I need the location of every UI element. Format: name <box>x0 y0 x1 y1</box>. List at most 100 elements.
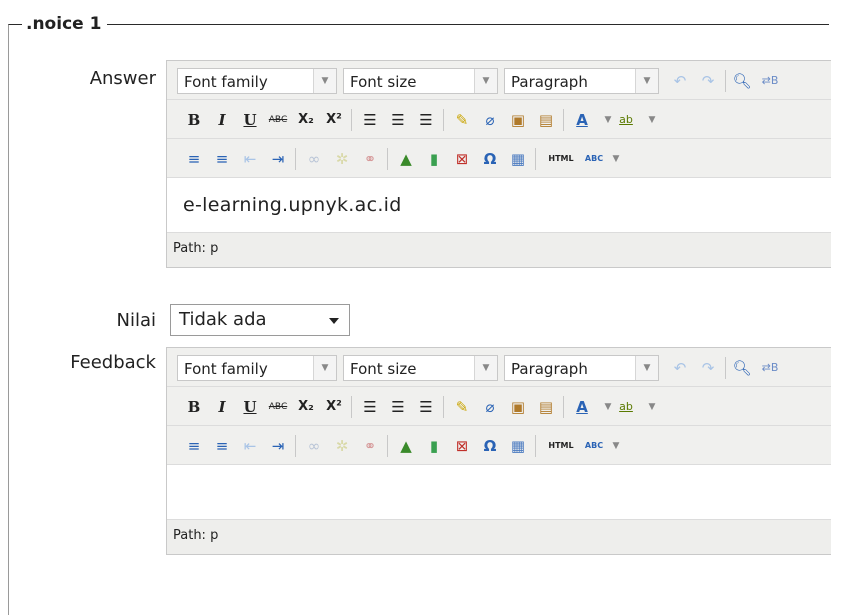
table-icon[interactable]: ▦ <box>505 146 531 172</box>
media-icon[interactable]: ▮ <box>421 433 447 459</box>
answer-editor: Font family ▼ Font size ▼ Paragraph ▼ ↶ ↷ 🔍… <box>166 60 831 268</box>
omega-icon[interactable]: Ω <box>477 433 503 459</box>
font-family-select[interactable]: Font family ▼ <box>177 68 337 94</box>
italic-icon[interactable]: I <box>209 394 235 420</box>
paste-text-icon[interactable]: ▣ <box>505 394 531 420</box>
redo-icon[interactable]: ↷ <box>695 68 721 94</box>
outdent-icon[interactable]: ⇤ <box>237 433 263 459</box>
chevron-down-icon[interactable]: ▼ <box>603 146 629 172</box>
align-right-icon[interactable]: ☰ <box>413 107 439 133</box>
chevron-down-icon: ▼ <box>635 69 658 93</box>
paste-text-icon[interactable]: ▣ <box>505 107 531 133</box>
superscript-icon[interactable]: X² <box>321 107 347 133</box>
chevron-down-icon[interactable]: ▼ <box>639 394 665 420</box>
indent-icon[interactable]: ⇥ <box>265 146 291 172</box>
cleanup-icon[interactable]: ✎ <box>449 394 475 420</box>
chevron-down-icon: ▼ <box>474 69 497 93</box>
toolbar-row-2: B I U ABC X₂ X² ☰ ☰ ☰ ✎ ⌀ ▣ ▤ A ▼ ab ▼ <box>167 100 831 139</box>
toolbar-row-1: Font family ▼ Font size ▼ Paragraph ▼ ↶ ↷ 🔍… <box>167 61 831 100</box>
underline-icon[interactable]: U <box>237 394 263 420</box>
paragraph-format-select[interactable]: Paragraph ▼ <box>504 68 659 94</box>
feedback-label: Feedback <box>70 352 156 373</box>
answer-text: e-learning.upnyk.ac.id <box>183 194 402 216</box>
media-icon[interactable]: ▮ <box>421 146 447 172</box>
html-icon[interactable]: HTML <box>543 433 579 459</box>
nilai-label: Nilai <box>116 310 157 331</box>
unlink-icon[interactable]: ✲ <box>329 433 355 459</box>
omega-icon[interactable]: Ω <box>477 146 503 172</box>
fieldset-legend: .noice 1 <box>22 14 108 34</box>
chevron-down-icon[interactable]: ▼ <box>639 107 665 133</box>
eraser-icon[interactable]: ⌀ <box>477 107 503 133</box>
align-center-icon[interactable]: ☰ <box>385 107 411 133</box>
nilai-value: Tidak ada <box>179 309 267 330</box>
toolbar-row-3: ≡ ≡ ⇤ ⇥ ∞ ✲ ⚭ ▲ ▮ ⊠ Ω ▦ HTML ABC ▼ <box>167 139 831 178</box>
align-right-icon[interactable]: ☰ <box>413 394 439 420</box>
redo-icon[interactable]: ↷ <box>695 355 721 381</box>
numbered-list-icon[interactable]: ≡ <box>209 433 235 459</box>
html-icon[interactable]: HTML <box>543 146 579 172</box>
indent-icon[interactable]: ⇥ <box>265 433 291 459</box>
subscript-icon[interactable]: X₂ <box>293 107 319 133</box>
font-family-select[interactable]: Font family ▼ <box>177 355 337 381</box>
anchor-icon[interactable]: ⚭ <box>357 433 383 459</box>
toolbar-row-3: ≡ ≡ ⇤ ⇥ ∞ ✲ ⚭ ▲ ▮ ⊠ Ω ▦ HTML ABC ▼ <box>167 426 831 465</box>
chevron-down-icon[interactable]: ▼ <box>603 433 629 459</box>
image-icon[interactable]: ▲ <box>393 433 419 459</box>
paragraph-format-select[interactable]: Paragraph ▼ <box>504 355 659 381</box>
font-size-select[interactable]: Font size ▼ <box>343 355 498 381</box>
background-color-icon[interactable]: ab <box>613 394 639 420</box>
nolink-icon[interactable]: ⊠ <box>449 146 475 172</box>
undo-icon[interactable]: ↶ <box>667 355 693 381</box>
replace-icon[interactable]: ⇄B <box>757 355 783 381</box>
paste-word-icon[interactable]: ▤ <box>533 394 559 420</box>
font-size-select[interactable]: Font size ▼ <box>343 68 498 94</box>
nolink-icon[interactable]: ⊠ <box>449 433 475 459</box>
toolbar-row-1: Font family ▼ Font size ▼ Paragraph ▼ ↶ ↷ 🔍… <box>167 348 831 387</box>
numbered-list-icon[interactable]: ≡ <box>209 146 235 172</box>
superscript-icon[interactable]: X² <box>321 394 347 420</box>
answer-content-area[interactable]: e-learning.upnyk.ac.id <box>167 178 831 233</box>
replace-icon[interactable]: ⇄B <box>757 68 783 94</box>
outdent-icon[interactable]: ⇤ <box>237 146 263 172</box>
chevron-down-icon: ▼ <box>313 356 336 380</box>
subscript-icon[interactable]: X₂ <box>293 394 319 420</box>
search-icon[interactable]: 🔍︎ <box>729 68 755 94</box>
undo-icon[interactable]: ↶ <box>667 68 693 94</box>
underline-icon[interactable]: U <box>237 107 263 133</box>
bullet-list-icon[interactable]: ≡ <box>181 433 207 459</box>
align-center-icon[interactable]: ☰ <box>385 394 411 420</box>
anchor-icon[interactable]: ⚭ <box>357 146 383 172</box>
unlink-icon[interactable]: ✲ <box>329 146 355 172</box>
search-icon[interactable]: 🔍︎ <box>729 355 755 381</box>
italic-icon[interactable]: I <box>209 107 235 133</box>
chevron-down-icon <box>329 318 339 324</box>
bold-icon[interactable]: B <box>181 107 207 133</box>
link-icon[interactable]: ∞ <box>301 146 327 172</box>
answer-label: Answer <box>89 68 156 89</box>
bullet-list-icon[interactable]: ≡ <box>181 146 207 172</box>
background-color-icon[interactable]: ab <box>613 107 639 133</box>
eraser-icon[interactable]: ⌀ <box>477 394 503 420</box>
table-icon[interactable]: ▦ <box>505 433 531 459</box>
align-left-icon[interactable]: ☰ <box>357 107 383 133</box>
status-path: Path: p <box>167 520 831 554</box>
image-icon[interactable]: ▲ <box>393 146 419 172</box>
chevron-down-icon: ▼ <box>474 356 497 380</box>
status-path: Path: p <box>167 233 831 267</box>
chevron-down-icon: ▼ <box>635 356 658 380</box>
strikethrough-icon[interactable]: ABC <box>265 394 291 420</box>
chevron-down-icon: ▼ <box>313 69 336 93</box>
text-color-icon[interactable]: A <box>569 107 595 133</box>
feedback-content-area[interactable] <box>167 465 831 520</box>
text-color-icon[interactable]: A <box>569 394 595 420</box>
cleanup-icon[interactable]: ✎ <box>449 107 475 133</box>
feedback-editor: Font family ▼ Font size ▼ Paragraph ▼ ↶ ↷ 🔍… <box>166 347 831 555</box>
link-icon[interactable]: ∞ <box>301 433 327 459</box>
nilai-select[interactable]: Tidak ada <box>170 304 350 336</box>
align-left-icon[interactable]: ☰ <box>357 394 383 420</box>
bold-icon[interactable]: B <box>181 394 207 420</box>
paste-word-icon[interactable]: ▤ <box>533 107 559 133</box>
toolbar-row-2: B I U ABC X₂ X² ☰ ☰ ☰ ✎ ⌀ ▣ ▤ A ▼ ab ▼ <box>167 387 831 426</box>
strikethrough-icon[interactable]: ABC <box>265 107 291 133</box>
